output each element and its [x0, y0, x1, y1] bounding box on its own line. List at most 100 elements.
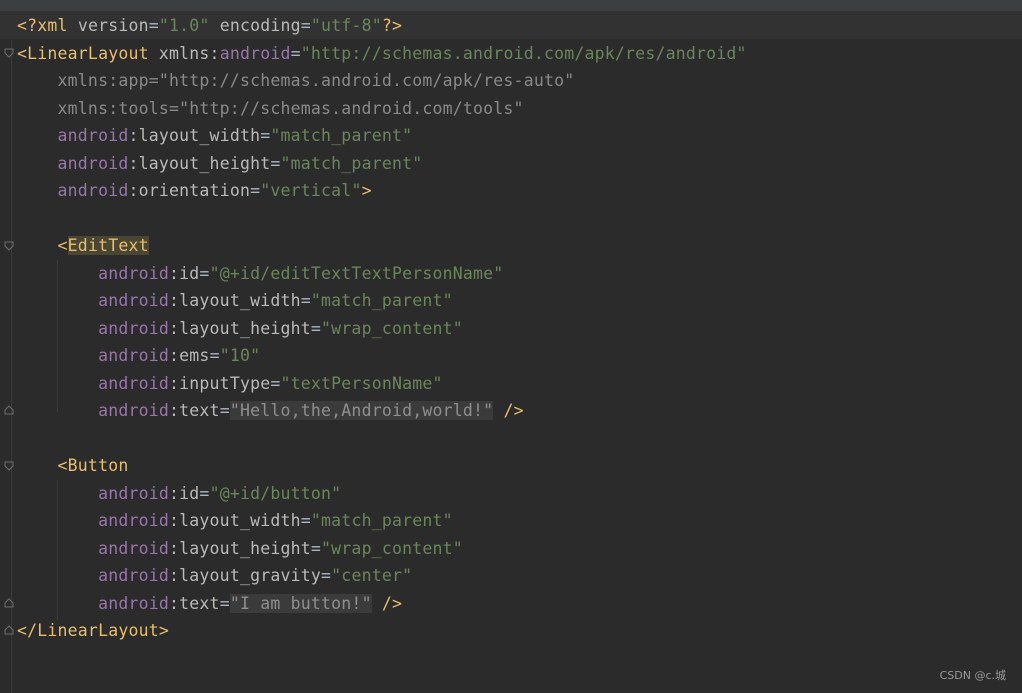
code-token: xmlns:app="http://schemas.android.com/ap…: [17, 71, 575, 90]
code-token: android: [17, 373, 170, 393]
code-token: =: [270, 153, 281, 173]
code-line[interactable]: <?xml version="1.0" encoding="utf-8"?>: [17, 12, 747, 40]
code-line[interactable]: android:layout_height="match_parent": [17, 150, 747, 178]
fold-close-icon[interactable]: [4, 598, 14, 608]
code-token: =: [148, 16, 159, 35]
code-line[interactable]: android:layout_width="match_parent": [17, 287, 747, 315]
code-token: ?>: [381, 16, 403, 35]
code-token: android: [17, 318, 170, 338]
code-token: "match_parent": [280, 153, 423, 173]
code-line[interactable]: android:layout_height="wrap_content": [17, 315, 747, 343]
code-token: android: [17, 263, 170, 283]
code-token: "vertical": [260, 181, 362, 200]
code-token: =: [250, 181, 261, 200]
code-token: "utf-8": [310, 16, 382, 35]
code-token: android: [219, 43, 291, 63]
code-line[interactable]: android:layout_width="match_parent": [17, 507, 747, 535]
fold-close-icon[interactable]: [4, 625, 14, 635]
code-token: "wrap_content": [321, 538, 463, 558]
code-token: =: [290, 43, 301, 63]
fold-open-icon[interactable]: [4, 241, 14, 251]
code-token: :text: [169, 401, 220, 420]
code-token: android: [17, 126, 129, 145]
code-token: :id: [169, 263, 200, 283]
code-token: :ems: [169, 346, 210, 365]
code-line[interactable]: android:ems="10": [17, 342, 747, 370]
code-token: </LinearLayout>: [17, 621, 170, 640]
gutter-fold-line: [11, 40, 12, 693]
code-token: "@+id/button": [209, 483, 342, 503]
code-token: <?xml: [17, 16, 78, 35]
code-token: android: [17, 346, 170, 365]
code-line[interactable]: </LinearLayout>: [17, 617, 747, 645]
code-line[interactable]: [17, 205, 747, 233]
code-token: :layout_height: [128, 153, 271, 173]
code-line[interactable]: android:text="Hello,the,Android,world!" …: [17, 397, 747, 425]
code-token: =: [300, 511, 311, 530]
code-token: =: [300, 16, 311, 35]
code-token: xmlns:tools="http://schemas.android.com/…: [17, 98, 524, 118]
code-token: <LinearLayout: [17, 43, 159, 63]
code-token: />: [371, 593, 403, 613]
code-token: =: [260, 126, 271, 145]
code-token: =: [270, 373, 281, 393]
code-token: =: [310, 538, 322, 558]
code-line[interactable]: android:layout_width="match_parent": [17, 122, 747, 150]
code-token: android: [17, 181, 129, 200]
code-editor[interactable]: <?xml version="1.0" encoding="utf-8"?> <L…: [17, 12, 747, 645]
code-token: <Button: [17, 456, 129, 475]
code-token: "http://schemas.android.com/apk/res/andr…: [300, 43, 747, 63]
code-token: android: [17, 511, 170, 530]
code-line[interactable]: android:inputType="textPersonName": [17, 370, 747, 398]
code-token: "Hello,the,Android,world!": [229, 401, 494, 420]
code-line[interactable]: [17, 425, 747, 453]
code-token: EditText: [67, 236, 149, 255]
code-line[interactable]: android:id="@+id/editTextTextPersonName": [17, 260, 747, 288]
code-token: =: [219, 593, 230, 613]
code-token: :layout_gravity: [169, 566, 322, 585]
code-token: :id: [169, 483, 200, 503]
code-token: android: [17, 291, 170, 310]
code-token: =: [199, 483, 210, 503]
code-line[interactable]: android:layout_height="wrap_content": [17, 535, 747, 563]
code-token: =: [300, 291, 311, 310]
code-token: :text: [169, 593, 220, 613]
code-token: :orientation: [128, 181, 251, 200]
code-line[interactable]: android:text="I am button!" />: [17, 590, 747, 618]
code-token: "match_parent": [310, 511, 453, 530]
watermark: CSDN @c.城: [939, 669, 1006, 682]
code-token: android: [17, 566, 170, 585]
code-token: :inputType: [169, 373, 271, 393]
code-line[interactable]: xmlns:app="http://schemas.android.com/ap…: [17, 67, 747, 95]
code-token: "I am button!": [229, 593, 372, 613]
fold-close-icon[interactable]: [4, 405, 14, 415]
code-token: android: [17, 538, 170, 558]
code-token: android: [17, 483, 170, 503]
code-token: "@+id/editTextTextPersonName": [209, 263, 504, 283]
code-line[interactable]: android:orientation="vertical">: [17, 177, 747, 205]
code-line[interactable]: android:layout_gravity="center": [17, 562, 747, 590]
code-token: "10": [219, 346, 261, 365]
code-line[interactable]: <EditText: [17, 232, 747, 260]
code-token: "textPersonName": [280, 373, 443, 393]
code-token: :layout_height: [169, 538, 311, 558]
code-token: =: [209, 346, 220, 365]
fold-open-icon[interactable]: [4, 48, 14, 58]
code-token: :layout_width: [169, 291, 301, 310]
code-token: "center": [331, 566, 413, 585]
code-line[interactable]: <LinearLayout xmlns:android="http://sche…: [17, 40, 747, 68]
code-token: version: [77, 16, 149, 35]
code-token: =: [310, 318, 322, 338]
code-line[interactable]: xmlns:tools="http://schemas.android.com/…: [17, 95, 747, 123]
code-token: android: [17, 401, 170, 420]
code-token: >: [361, 181, 372, 200]
code-line[interactable]: <Button: [17, 452, 747, 480]
code-line[interactable]: android:id="@+id/button": [17, 480, 747, 508]
code-token: =: [321, 566, 332, 585]
code-token: :layout_width: [169, 511, 301, 530]
code-token: "wrap_content": [321, 318, 463, 338]
code-token: "match_parent": [310, 291, 453, 310]
code-token: =: [219, 401, 230, 420]
fold-open-icon[interactable]: [4, 461, 14, 471]
editor-top-bar: [0, 0, 1022, 12]
